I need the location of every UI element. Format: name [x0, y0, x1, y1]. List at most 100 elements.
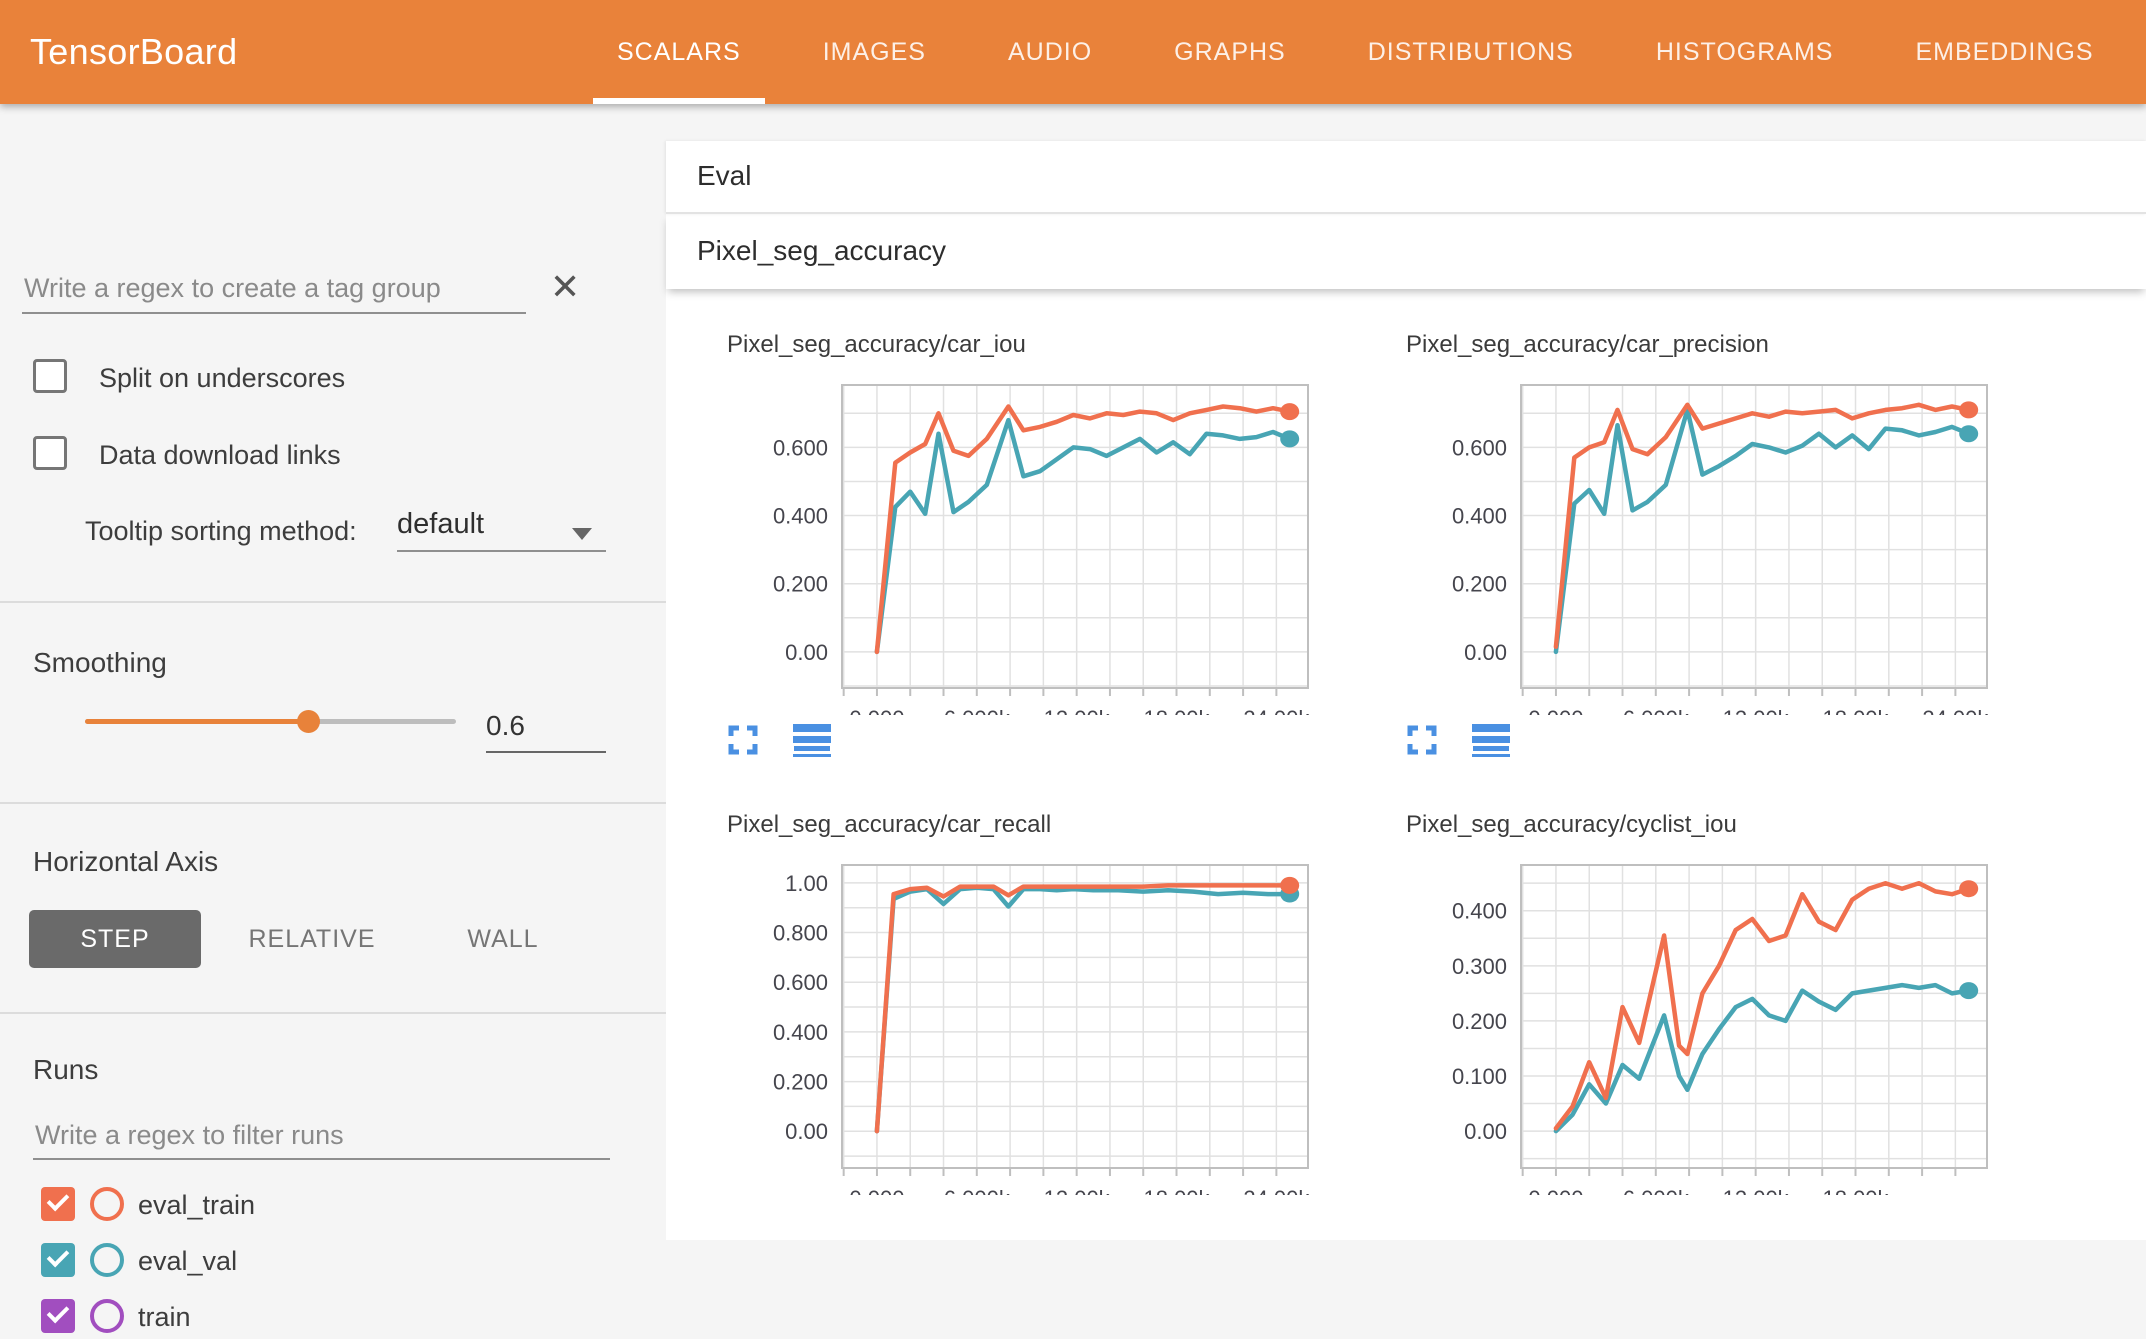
line-chart-car-precision[interactable]: 0.0006.000k12.00k18.00k24.00k0.000.2000.… [1406, 365, 2026, 715]
svg-text:6.000k: 6.000k [1623, 1186, 1690, 1195]
chart-card-car-iou: Pixel_seg_accuracy/car_iou 0.000 6.000k 12… [727, 331, 1387, 757]
runs-selector-icon[interactable] [793, 723, 831, 757]
axis-wall-button[interactable]: WALL [428, 910, 578, 968]
svg-text:0.00: 0.00 [1464, 1119, 1507, 1144]
tag-group-header-pixel-seg-accuracy[interactable]: Pixel_seg_accuracy [666, 214, 2146, 289]
run-checkbox[interactable] [41, 1187, 75, 1221]
axis-step-button[interactable]: STEP [29, 910, 201, 968]
svg-text:0.300: 0.300 [1452, 954, 1507, 979]
charts-panel: Pixel_seg_accuracy/car_iou 0.000 6.000k 12… [666, 289, 2146, 1240]
svg-text:0.200: 0.200 [1452, 1009, 1507, 1034]
section-title: Eval [697, 160, 751, 192]
tab-scalars[interactable]: SCALARS [585, 0, 773, 104]
divider [0, 802, 666, 804]
tag-filter-input[interactable] [22, 264, 526, 314]
chart-title: Pixel_seg_accuracy/car_recall [727, 811, 1387, 845]
tooltip-sorting-select[interactable]: default [397, 508, 484, 541]
run-label: eval_val [138, 1246, 237, 1277]
run-color-circle[interactable] [90, 1243, 124, 1277]
smoothing-slider[interactable] [85, 719, 456, 724]
tab-histograms[interactable]: HISTOGRAMS [1624, 0, 1866, 104]
svg-text:0.100: 0.100 [1452, 1064, 1507, 1089]
svg-text:12.00k: 12.00k [1723, 1186, 1790, 1195]
run-row-eval-train: eval_train [0, 1187, 666, 1227]
svg-text:0.000: 0.000 [1528, 706, 1583, 715]
svg-text:0.000: 0.000 [849, 706, 904, 715]
runs-label: Runs [33, 1054, 98, 1086]
expand-chart-icon[interactable] [727, 724, 759, 756]
expand-chart-icon[interactable] [1406, 724, 1438, 756]
value-underline [486, 751, 606, 753]
svg-text:0.00: 0.00 [1464, 640, 1507, 665]
run-label: train [138, 1302, 191, 1333]
chevron-down-icon[interactable] [572, 528, 592, 540]
run-row-eval-val: eval_val [0, 1243, 666, 1283]
tab-graphs[interactable]: GRAPHS [1142, 0, 1318, 104]
app-title: TensorBoard [30, 0, 237, 104]
smoothing-value[interactable]: 0.6 [486, 710, 525, 742]
run-color-circle[interactable] [90, 1187, 124, 1221]
tab-images[interactable]: IMAGES [791, 0, 958, 104]
slider-thumb[interactable] [297, 710, 320, 733]
line-chart-cyclist-iou[interactable]: 0.000 6.000k 12.00k 18.00k 0.00 0.100 0.200 0.3… [1406, 845, 2026, 1195]
chart-title: Pixel_seg_accuracy/car_precision [1406, 331, 2066, 365]
smoothing-label: Smoothing [33, 647, 167, 679]
tab-embeddings[interactable]: EMBEDDINGS [1883, 0, 2125, 104]
checkbox-data-download-links[interactable] [33, 436, 67, 470]
runs-filter-input[interactable] [33, 1112, 610, 1160]
divider [0, 1012, 666, 1014]
runs-selector-icon[interactable] [1472, 723, 1510, 757]
section-header-eval[interactable]: Eval [666, 141, 2146, 214]
svg-text:12.00k: 12.00k [1044, 706, 1111, 715]
divider [0, 601, 666, 603]
svg-text:24.00k: 24.00k [1922, 706, 1989, 715]
tag-group-title: Pixel_seg_accuracy [697, 235, 946, 267]
app-header: TensorBoard SCALARS IMAGES AUDIO GRAPHS … [0, 0, 2146, 104]
svg-text:0.400: 0.400 [1452, 504, 1507, 529]
svg-text:24.00k: 24.00k [1243, 1186, 1310, 1195]
svg-text:0.000: 0.000 [1528, 1186, 1583, 1195]
svg-text:12.00k: 12.00k [1723, 706, 1790, 715]
svg-text:0.400: 0.400 [773, 1020, 828, 1045]
svg-text:0.400: 0.400 [1452, 899, 1507, 924]
svg-text:1.00: 1.00 [785, 871, 828, 896]
chart-actions [727, 723, 1387, 757]
chart-title: Pixel_seg_accuracy/car_iou [727, 331, 1387, 365]
chart-card-cyclist-iou: Pixel_seg_accuracy/cyclist_iou 0.000 6.00… [1406, 811, 2066, 1195]
select-underline [397, 550, 606, 552]
svg-text:0.800: 0.800 [773, 921, 828, 946]
run-label: eval_train [138, 1190, 255, 1221]
svg-text:0.000: 0.000 [849, 1186, 904, 1195]
svg-text:6.000k: 6.000k [1623, 706, 1690, 715]
run-color-circle[interactable] [90, 1299, 124, 1333]
svg-text:6.000k: 6.000k [944, 706, 1011, 715]
tab-distributions[interactable]: DISTRIBUTIONS [1336, 0, 1606, 104]
slider-fill [85, 719, 308, 724]
svg-text:6.000k: 6.000k [944, 1186, 1011, 1195]
run-checkbox[interactable] [41, 1299, 75, 1333]
axis-relative-button[interactable]: RELATIVE [237, 910, 387, 968]
svg-text:0.200: 0.200 [773, 572, 828, 597]
svg-text:18.00k: 18.00k [1143, 706, 1210, 715]
tooltip-sorting-label: Tooltip sorting method: [85, 516, 357, 547]
chart-card-car-recall: Pixel_seg_accuracy/car_recall 0.000 6.000… [727, 811, 1387, 1195]
close-icon[interactable]: ✕ [550, 266, 580, 308]
checkbox-split-on-underscores[interactable] [33, 359, 67, 393]
svg-text:24.00k: 24.00k [1243, 706, 1310, 715]
tab-audio[interactable]: AUDIO [976, 0, 1124, 104]
svg-text:12.00k: 12.00k [1044, 1186, 1111, 1195]
svg-text:18.00k: 18.00k [1822, 1186, 1889, 1195]
run-checkbox[interactable] [41, 1243, 75, 1277]
checkbox-label: Data download links [99, 440, 341, 471]
line-chart-car-recall[interactable]: 0.0006.000k12.00k18.00k24.00k0.000.2000.… [727, 845, 1347, 1195]
checkbox-label: Split on underscores [99, 363, 345, 394]
top-nav: SCALARS IMAGES AUDIO GRAPHS DISTRIBUTION… [585, 0, 2126, 104]
svg-text:0.600: 0.600 [1452, 435, 1507, 460]
line-chart-car-iou[interactable]: 0.0006.000k12.00k18.00k24.00k0.000.2000.… [727, 365, 1347, 715]
chart-actions [1406, 723, 2066, 757]
svg-text:18.00k: 18.00k [1822, 706, 1889, 715]
chart-card-car-precision: Pixel_seg_accuracy/car_precision 0.000 6.… [1406, 331, 2066, 757]
svg-text:0.200: 0.200 [773, 1070, 828, 1095]
horizontal-axis-label: Horizontal Axis [33, 846, 218, 878]
chart-title: Pixel_seg_accuracy/cyclist_iou [1406, 811, 2066, 845]
